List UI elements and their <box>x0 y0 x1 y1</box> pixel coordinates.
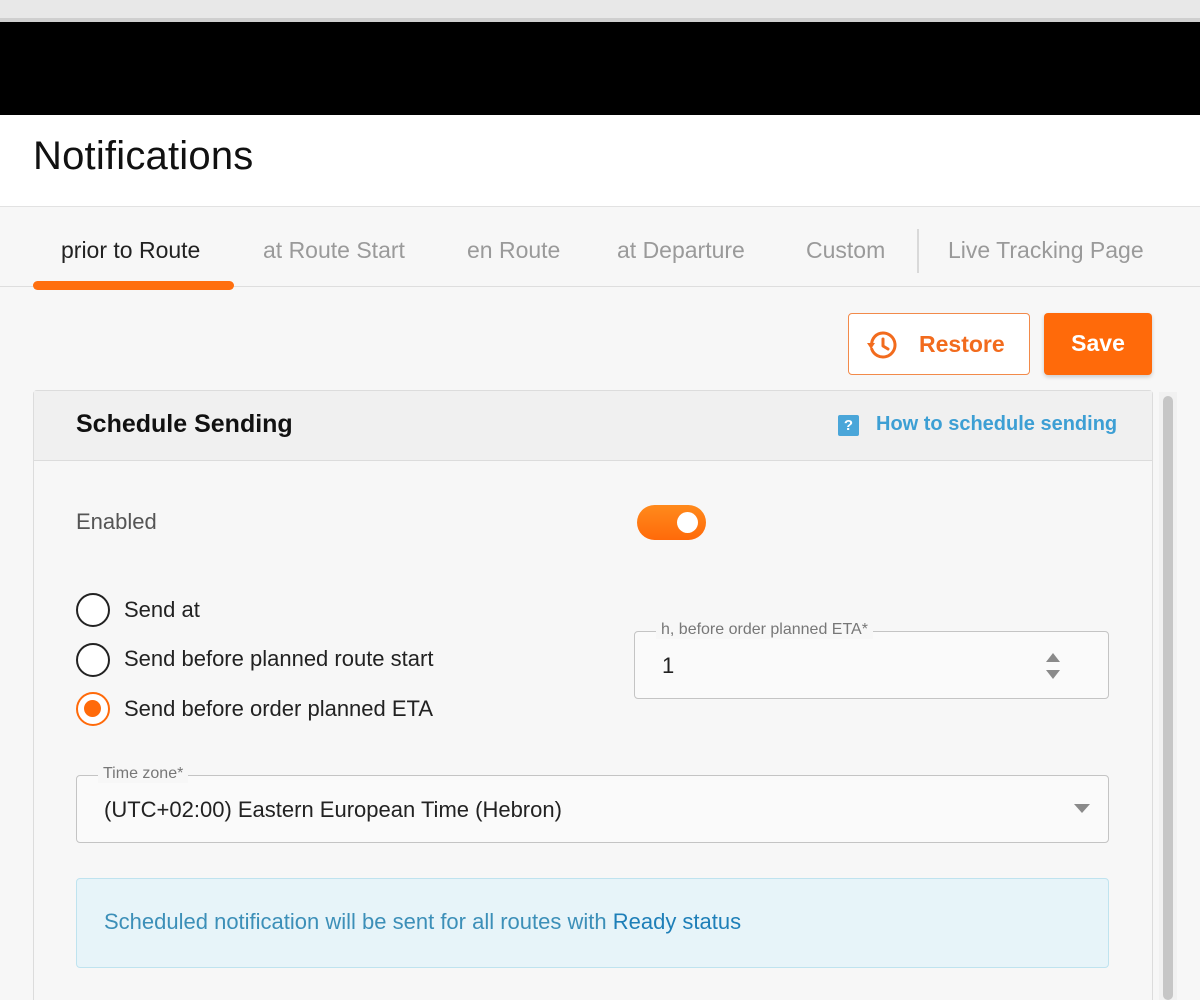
tab-prior-to-route[interactable]: prior to Route <box>61 237 200 264</box>
tab-en-route[interactable]: en Route <box>467 237 560 264</box>
hours-field-legend: h, before order planned ETA* <box>656 621 873 639</box>
app-header-bar <box>0 22 1200 115</box>
ready-status-link[interactable]: Ready status <box>613 909 741 934</box>
radio-send-at[interactable] <box>76 593 110 627</box>
radio-label-send-before-order-eta[interactable]: Send before order planned ETA <box>124 696 433 722</box>
info-text: Scheduled notification will be sent for … <box>104 909 613 934</box>
restore-button[interactable]: Restore <box>848 313 1030 375</box>
restore-label: Restore <box>919 331 1005 357</box>
browser-top-strip <box>0 0 1200 22</box>
tab-at-departure[interactable]: at Departure <box>617 237 745 264</box>
stepper-arrows-icon[interactable] <box>1043 650 1063 682</box>
hours-before-eta-input[interactable] <box>634 631 1109 699</box>
tab-live-tracking-page[interactable]: Live Tracking Page <box>948 237 1144 264</box>
active-tab-indicator <box>33 281 234 290</box>
save-button[interactable]: Save <box>1044 313 1152 375</box>
radio-send-before-order-eta[interactable] <box>76 692 110 726</box>
info-message: Scheduled notification will be sent for … <box>104 909 741 935</box>
help-icon[interactable]: ? <box>838 415 859 436</box>
chevron-down-icon[interactable] <box>1072 802 1092 814</box>
radio-label-send-before-route-start[interactable]: Send before planned route start <box>124 646 433 672</box>
scrollbar-thumb[interactable] <box>1163 396 1173 1000</box>
how-to-schedule-link[interactable]: How to schedule sending <box>876 413 1117 436</box>
toggle-knob <box>677 512 698 533</box>
tab-divider <box>917 229 919 273</box>
save-label: Save <box>1071 330 1125 356</box>
tab-custom[interactable]: Custom <box>806 237 885 264</box>
radio-selected-dot <box>84 700 101 717</box>
radio-label-send-at[interactable]: Send at <box>124 597 200 623</box>
timezone-field-legend: Time zone* <box>98 765 189 783</box>
hours-field-value[interactable]: 1 <box>662 653 674 679</box>
tab-at-route-start[interactable]: at Route Start <box>263 237 405 264</box>
timezone-field-value[interactable]: (UTC+02:00) Eastern European Time (Hebro… <box>104 797 562 823</box>
page-title: Notifications <box>33 134 254 178</box>
enabled-toggle[interactable] <box>637 505 706 540</box>
radio-send-before-route-start[interactable] <box>76 643 110 677</box>
enabled-label: Enabled <box>76 509 157 534</box>
history-icon <box>867 331 897 359</box>
panel-title: Schedule Sending <box>76 410 293 438</box>
